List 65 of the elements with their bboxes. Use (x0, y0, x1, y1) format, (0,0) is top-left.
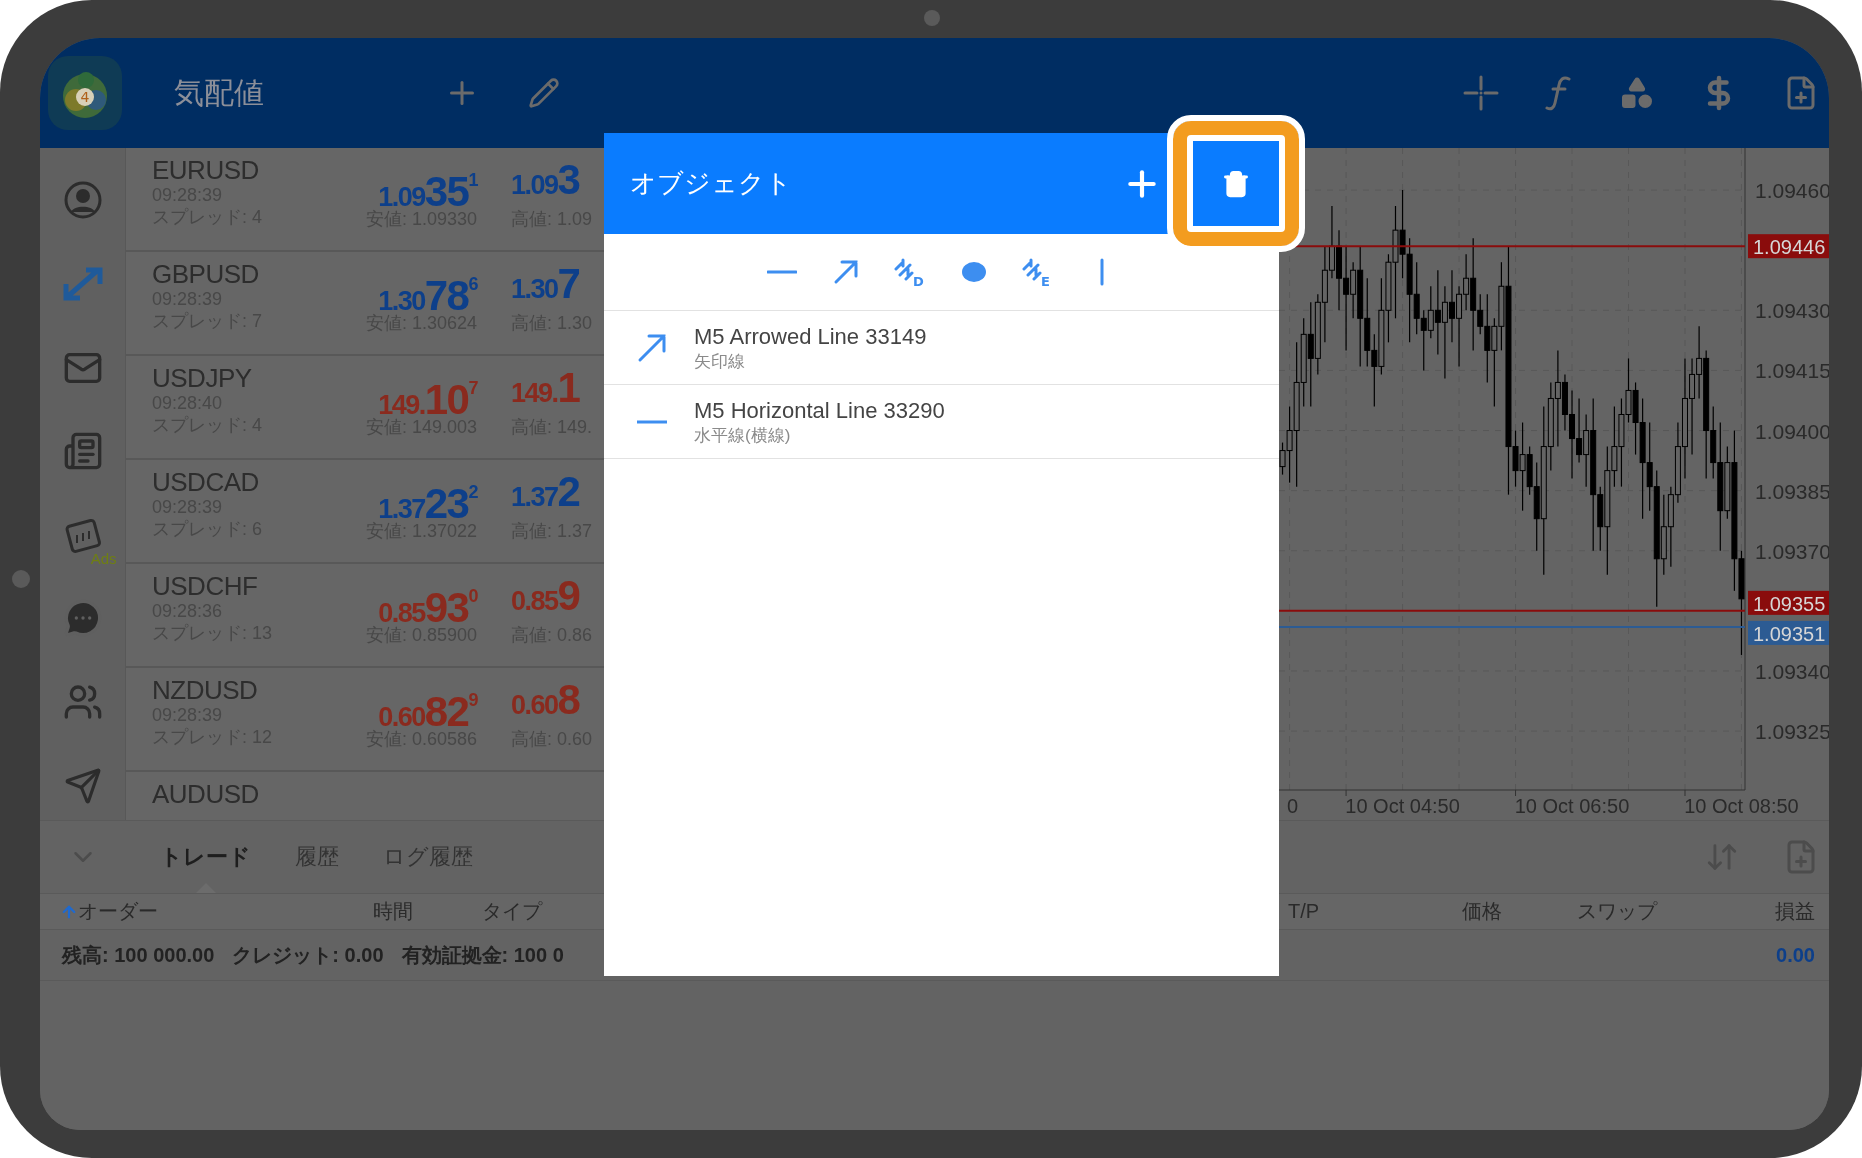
column-header[interactable]: 時間 (358, 898, 428, 925)
symbol-name[interactable]: NZDUSD (152, 676, 341, 704)
column-header[interactable]: 損益 (1710, 898, 1815, 925)
bid-price: 1.3723$^{2}$ (378, 479, 477, 520)
bid-price: 0.6082$^{9}$ (378, 687, 477, 728)
ref-line-label: 1.09446 (1753, 236, 1826, 259)
ask-price: 1.093 (511, 156, 580, 205)
object-type: 水平線(横線) (694, 424, 792, 447)
ref-line-label: 1.09355 (1753, 592, 1826, 615)
ask-price: 149.1 (511, 364, 580, 413)
symbol-name[interactable]: USDCHF (152, 572, 341, 600)
profit-value: 0.00 (1776, 943, 1815, 967)
symbol-name[interactable]: USDCAD (152, 468, 341, 496)
account-summary-item: クレジット: 0.00 (232, 942, 384, 968)
shapes-icon[interactable] (1619, 75, 1655, 111)
circle-icon[interactable] (960, 261, 987, 283)
ref-line-label: 1.09351 (1753, 622, 1826, 645)
time-axis-label: 10 Oct 06:50 (1514, 795, 1630, 817)
ask-price: 1.372 (511, 468, 580, 517)
diagonal-arrow-icon[interactable] (832, 259, 859, 285)
symbol-name[interactable]: GBPUSD (152, 260, 341, 288)
bid-price: 1.3078$^{6}$ (378, 271, 477, 312)
ads-label: Ads (90, 550, 117, 568)
column-header[interactable]: オーダー (40, 898, 358, 925)
object-name: M5 Horizontal Line 33290 (694, 396, 945, 425)
horizontal-line-icon (636, 419, 668, 424)
object-list-item[interactable]: M5 Arrowed Line 33149 矢印線 (604, 311, 1279, 385)
object-type: 矢印線 (694, 350, 746, 373)
bid-price: 1.0935$^{1}$ (378, 167, 477, 208)
symbol-name[interactable]: USDJPY (152, 364, 341, 392)
account-summary-item: 残高: 100 000.00 (62, 942, 215, 968)
crosshair-icon[interactable] (1463, 75, 1499, 111)
time-axis-label: 10 Oct 08:50 (1684, 795, 1799, 817)
object-name: M5 Arrowed Line 33149 (694, 322, 927, 351)
vertical-line-icon[interactable] (1098, 258, 1105, 286)
horizontal-line-icon[interactable] (766, 269, 797, 275)
time-axis-label: 0 (1287, 795, 1299, 817)
price-tag: 1.09355 (1748, 590, 1829, 615)
drawing-tool-button[interactable]: E (1016, 251, 1059, 293)
app-logo: 4 (48, 56, 122, 130)
trash-icon (1222, 169, 1250, 198)
function-icon[interactable] (1545, 75, 1573, 111)
symbol-name[interactable]: EURUSD (152, 156, 341, 184)
time-axis-label: 10 Oct 04:50 (1345, 795, 1460, 817)
column-header[interactable]: スワップ (1524, 898, 1710, 925)
price-tag: 1.09446 (1748, 234, 1829, 259)
ask-price: 1.307 (511, 260, 580, 309)
bid-price: 149.10$^{7}$ (378, 375, 477, 416)
object-list-item[interactable]: M5 Horizontal Line 33290 水平線(横線) (604, 385, 1279, 459)
screen-title: 気配値 (174, 74, 265, 111)
ask-price: 0.859 (511, 572, 580, 621)
column-header[interactable]: タイプ (428, 898, 596, 925)
bid-price: 0.8593$^{0}$ (378, 583, 477, 624)
price-tag: 1.09351 (1748, 620, 1829, 645)
ask-price: 0.608 (511, 676, 580, 725)
side-button-dot (12, 570, 30, 588)
drawing-tool-button[interactable]: D (888, 251, 931, 293)
symbol-name[interactable]: AUDUSD (152, 780, 341, 808)
account-summary-item: 有効証拠金: 100 0 (401, 942, 564, 968)
column-header[interactable]: T/P (1288, 900, 1440, 923)
column-header[interactable]: 価格 (1440, 898, 1524, 925)
dialog-title: オブジェクト (630, 167, 793, 200)
camera-dot (924, 10, 940, 26)
pencil-icon[interactable] (528, 77, 560, 109)
panel-tab[interactable]: トレード (138, 821, 273, 893)
